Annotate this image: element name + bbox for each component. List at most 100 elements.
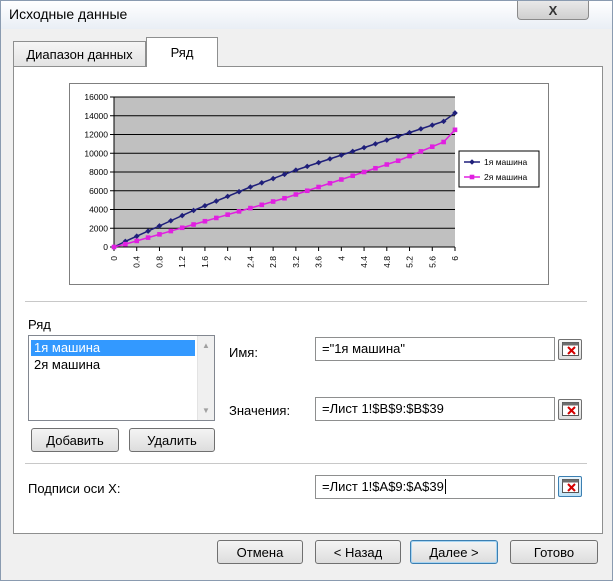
y-tick-label: 6000 — [89, 186, 108, 196]
x-tick-label: 3.6 — [314, 256, 324, 268]
remove-series-button[interactable]: Удалить — [129, 428, 215, 452]
data-point — [123, 241, 128, 247]
y-tick-label: 14000 — [84, 111, 108, 121]
data-point — [259, 202, 265, 208]
data-point — [361, 169, 367, 175]
data-point — [145, 235, 151, 240]
series-section-label: Ряд — [28, 317, 51, 332]
scroll-down-icon[interactable]: ▼ — [202, 406, 210, 415]
close-button[interactable]: X — [517, 1, 589, 20]
xaxis-labels-field-value: =Лист 1!$A$9:$A$39 — [322, 479, 444, 494]
name-label: Имя: — [229, 345, 258, 360]
collapse-dialog-icon — [562, 402, 579, 416]
data-point — [191, 222, 196, 227]
next-button[interactable]: Далее > — [410, 540, 498, 564]
values-field-value: =Лист 1!$B$9:$B$39 — [322, 401, 444, 416]
x-tick-label: 0.8 — [154, 256, 164, 268]
xaxis-labels-field[interactable]: =Лист 1!$A$9:$A$39 — [315, 475, 555, 499]
y-tick-label: 10000 — [84, 148, 108, 158]
data-point — [202, 218, 208, 224]
x-tick-label: 2.4 — [245, 256, 255, 268]
add-series-label: Добавить — [46, 432, 104, 448]
tab-data-range[interactable]: Диапазон данных — [13, 41, 146, 67]
data-point — [236, 209, 242, 214]
tab-data-range-label: Диапазон данных — [26, 47, 133, 62]
title-bar: Исходные данные X — [1, 1, 612, 29]
values-label: Значения: — [229, 403, 291, 418]
data-point — [282, 195, 287, 201]
x-tick-label: 5.6 — [427, 256, 437, 268]
data-point — [429, 144, 435, 149]
name-range-button[interactable] — [558, 339, 582, 360]
data-point — [248, 205, 253, 211]
data-point — [214, 215, 219, 221]
finish-button[interactable]: Готово — [510, 540, 598, 564]
back-label: < Назад — [333, 544, 383, 560]
x-tick-label: 0 — [109, 256, 119, 261]
y-tick-label: 12000 — [84, 130, 108, 140]
values-range-button[interactable] — [558, 399, 582, 420]
x-tick-label: 1.6 — [200, 256, 210, 268]
y-tick-label: 2000 — [89, 223, 108, 233]
data-point — [373, 165, 378, 171]
y-tick-label: 4000 — [89, 205, 108, 215]
data-point — [225, 212, 230, 217]
x-tick-label: 0.4 — [132, 256, 142, 268]
series-list-item[interactable]: 2я машина — [31, 357, 195, 373]
x-tick-label: 1.2 — [177, 256, 187, 268]
data-point — [452, 127, 458, 133]
x-tick-label: 2 — [223, 256, 233, 261]
data-point — [350, 173, 355, 179]
values-field[interactable]: =Лист 1!$B$9:$B$39 — [315, 397, 555, 421]
cancel-label: Отмена — [236, 544, 284, 560]
tab-series-label: Ряд — [170, 45, 194, 60]
collapse-dialog-icon — [562, 342, 579, 356]
y-tick-label: 0 — [103, 242, 108, 252]
data-point — [327, 180, 333, 186]
legend-marker — [469, 174, 475, 180]
x-tick-label: 5.2 — [405, 256, 415, 268]
remove-series-label: Удалить — [147, 432, 197, 448]
text-cursor — [444, 479, 446, 494]
data-point — [270, 199, 276, 204]
collapse-dialog-icon — [562, 479, 579, 493]
xaxis-range-button[interactable] — [558, 476, 582, 497]
data-point — [395, 158, 401, 164]
series-listbox[interactable]: 1я машина 2я машина ▲ ▼ — [28, 335, 215, 421]
close-icon: X — [548, 2, 558, 18]
data-point — [179, 225, 185, 231]
back-button[interactable]: < Назад — [315, 540, 401, 564]
data-point — [316, 184, 321, 190]
data-point — [157, 232, 162, 237]
data-point — [384, 162, 390, 167]
data-point — [418, 149, 424, 154]
data-point — [441, 139, 446, 145]
data-point — [111, 244, 117, 250]
data-point — [407, 153, 412, 159]
cancel-button[interactable]: Отмена — [217, 540, 303, 564]
x-tick-label: 4.4 — [359, 256, 369, 268]
x-tick-label: 4 — [336, 256, 346, 261]
line-chart: 0 2000 4000 6000 8000 10000 12000 14000 16000 0 0.… — [84, 92, 540, 268]
legend-label: 2я машина — [484, 172, 528, 182]
listbox-scrollbar[interactable]: ▲ ▼ — [197, 336, 214, 420]
name-field[interactable]: ="1я машина" — [315, 337, 555, 361]
xaxis-labels-label: Подписи оси X: — [28, 481, 121, 496]
window-title: Исходные данные — [9, 6, 128, 22]
x-tick-label: 2.8 — [268, 256, 278, 268]
series-list-item[interactable]: 1я машина — [31, 340, 195, 356]
next-label: Далее > — [429, 544, 479, 560]
data-point — [339, 177, 344, 182]
data-point — [134, 238, 140, 244]
finish-label: Готово — [533, 544, 575, 560]
source-data-dialog: Исходные данные X Диапазон данных Ряд 0 2… — [0, 0, 613, 581]
legend-label: 1я машина — [484, 157, 528, 167]
data-point — [304, 188, 310, 194]
data-point — [293, 192, 299, 197]
scroll-up-icon[interactable]: ▲ — [202, 341, 210, 350]
data-point — [168, 228, 174, 234]
tab-series[interactable]: Ряд — [146, 37, 218, 67]
add-series-button[interactable]: Добавить — [31, 428, 119, 452]
divider — [25, 463, 587, 464]
y-tick-label: 8000 — [89, 167, 108, 177]
